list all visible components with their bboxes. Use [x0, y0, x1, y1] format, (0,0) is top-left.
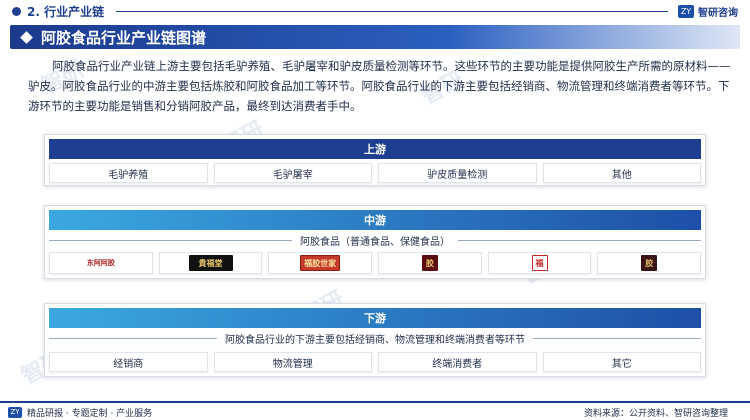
section-title: 2. 行业产业链 [27, 4, 105, 19]
header-divider [116, 10, 668, 12]
logo-card: 福 [487, 252, 592, 274]
downstream-item: 其它 [542, 352, 701, 372]
downstream-items: 经销商 物流管理 终端消费者 其它 [45, 352, 705, 372]
upstream-item: 驴皮质量检测 [378, 163, 537, 183]
subtitle-rule-left [49, 337, 217, 339]
midstream-subtitle-row: 阿胶食品（普通食品、保健食品） [49, 230, 701, 250]
midstream-subtitle: 阿胶食品（普通食品、保健食品） [300, 236, 450, 248]
logo-card: 福胶世家 [268, 252, 373, 274]
upstream-header: 上游 [49, 139, 701, 159]
brand-logo-red: 胶 [421, 255, 438, 271]
page-title: 阿胶食品行业产业链图谱 [41, 28, 207, 47]
downstream-panel: 下游 阿胶食品行业的下游主要包括经销商、物流管理和终端消费者等环节 经销商 物流… [44, 303, 706, 377]
logo-card: 东阿阿胶 [49, 252, 153, 274]
intro-paragraph: 阿胶食品行业产业链上游主要包括毛驴养殖、毛驴屠宰和驴皮质量检测等环节。这些环节的… [28, 59, 731, 113]
logo-card: 胶 [597, 252, 702, 274]
logo-card: 胶 [378, 252, 482, 274]
section-bullet-icon [12, 6, 21, 16]
midstream-logos: 东阿阿胶 貴福堂 福胶世家 胶 福 胶 [45, 252, 705, 274]
downstream-subtitle: 阿胶食品行业的下游主要包括经销商、物流管理和终端消费者等环节 [225, 334, 525, 346]
downstream-item: 终端消费者 [378, 352, 537, 372]
guifutang-logo: 貴福堂 [188, 255, 233, 271]
downstream-subtitle-row: 阿胶食品行业的下游主要包括经销商、物流管理和终端消费者等环节 [49, 328, 701, 348]
downstream-item: 经销商 [49, 352, 208, 372]
diamond-icon [20, 30, 33, 44]
downstream-header: 下游 [49, 308, 701, 328]
brand-name: 智研咨询 [698, 7, 738, 19]
subtitle-rule-right [458, 239, 701, 241]
upstream-items: 毛驴养殖 毛驴屠宰 驴皮质量检测 其他 [45, 163, 705, 183]
downstream-item: 物流管理 [213, 352, 372, 372]
title-banner: 阿胶食品行业产业链图谱 [10, 25, 740, 49]
brand-logo: ZY 智研咨询 [678, 4, 738, 19]
top-header: 2. 行业产业链 ZY 智研咨询 [0, 0, 750, 22]
subtitle-rule-left [49, 239, 292, 241]
footer-tagline: 精品研报 · 专题定制 · 产业服务 [27, 408, 153, 419]
logo-card: 貴福堂 [158, 252, 263, 274]
upstream-panel: 上游 毛驴养殖 毛驴屠宰 驴皮质量检测 其他 [44, 134, 706, 186]
source-note: 资料来源：公开资料、智研咨询整理 [583, 408, 728, 419]
brand-logo-fu: 福 [531, 255, 548, 271]
upstream-item: 其他 [542, 163, 701, 183]
dong-e-ejiao-logo: 东阿阿胶 [86, 259, 115, 267]
footer-brand-icon: ZY [8, 406, 22, 418]
upstream-item: 毛驴屠宰 [213, 163, 372, 183]
midstream-panel: 中游 阿胶食品（普通食品、保健食品） 东阿阿胶 貴福堂 福胶世家 胶 福 胶 [44, 205, 706, 279]
footer-left: ZY 精品研报 · 专题定制 · 产业服务 [8, 406, 152, 419]
brand-mark-icon: ZY [678, 4, 694, 18]
upstream-item: 毛驴养殖 [49, 163, 208, 183]
footer-divider [0, 401, 750, 403]
midstream-header: 中游 [49, 210, 701, 230]
footer: ZY 精品研报 · 专题定制 · 产业服务 资料来源：公开资料、智研咨询整理 [0, 404, 750, 420]
brand-logo-dark: 胶 [641, 255, 658, 271]
fujiao-logo: 福胶世家 [300, 255, 341, 271]
subtitle-rule-right [533, 337, 701, 339]
